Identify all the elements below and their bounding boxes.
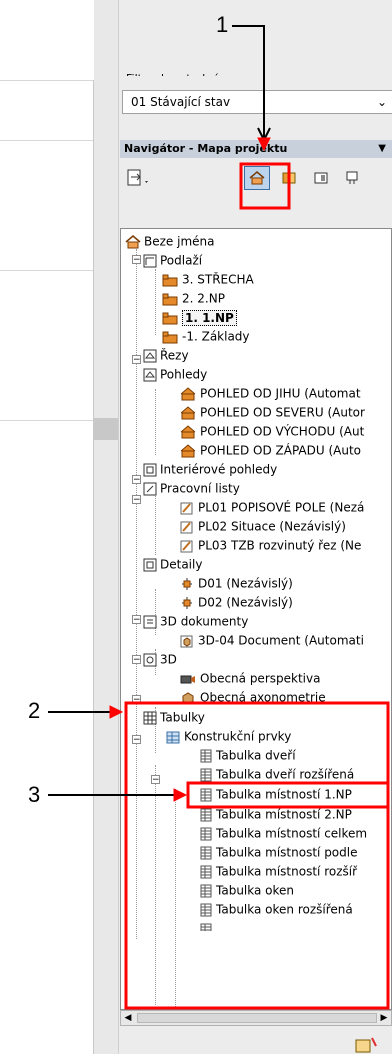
callout-arrowhead-3 [173, 788, 188, 802]
annotation-overlay [48, 25, 390, 1010]
callout-arrowhead-1-red [257, 137, 271, 152]
highlight-box-2 [124, 701, 390, 1010]
callout-arrowhead-2 [109, 705, 124, 719]
callout-number-2: 2 [28, 698, 41, 723]
callout-leader-1 [232, 25, 265, 140]
callout-number-3: 3 [28, 782, 41, 807]
highlight-box-1 [239, 162, 291, 210]
highlight-box-3 [186, 781, 390, 809]
callout-number-1: 1 [216, 12, 229, 37]
